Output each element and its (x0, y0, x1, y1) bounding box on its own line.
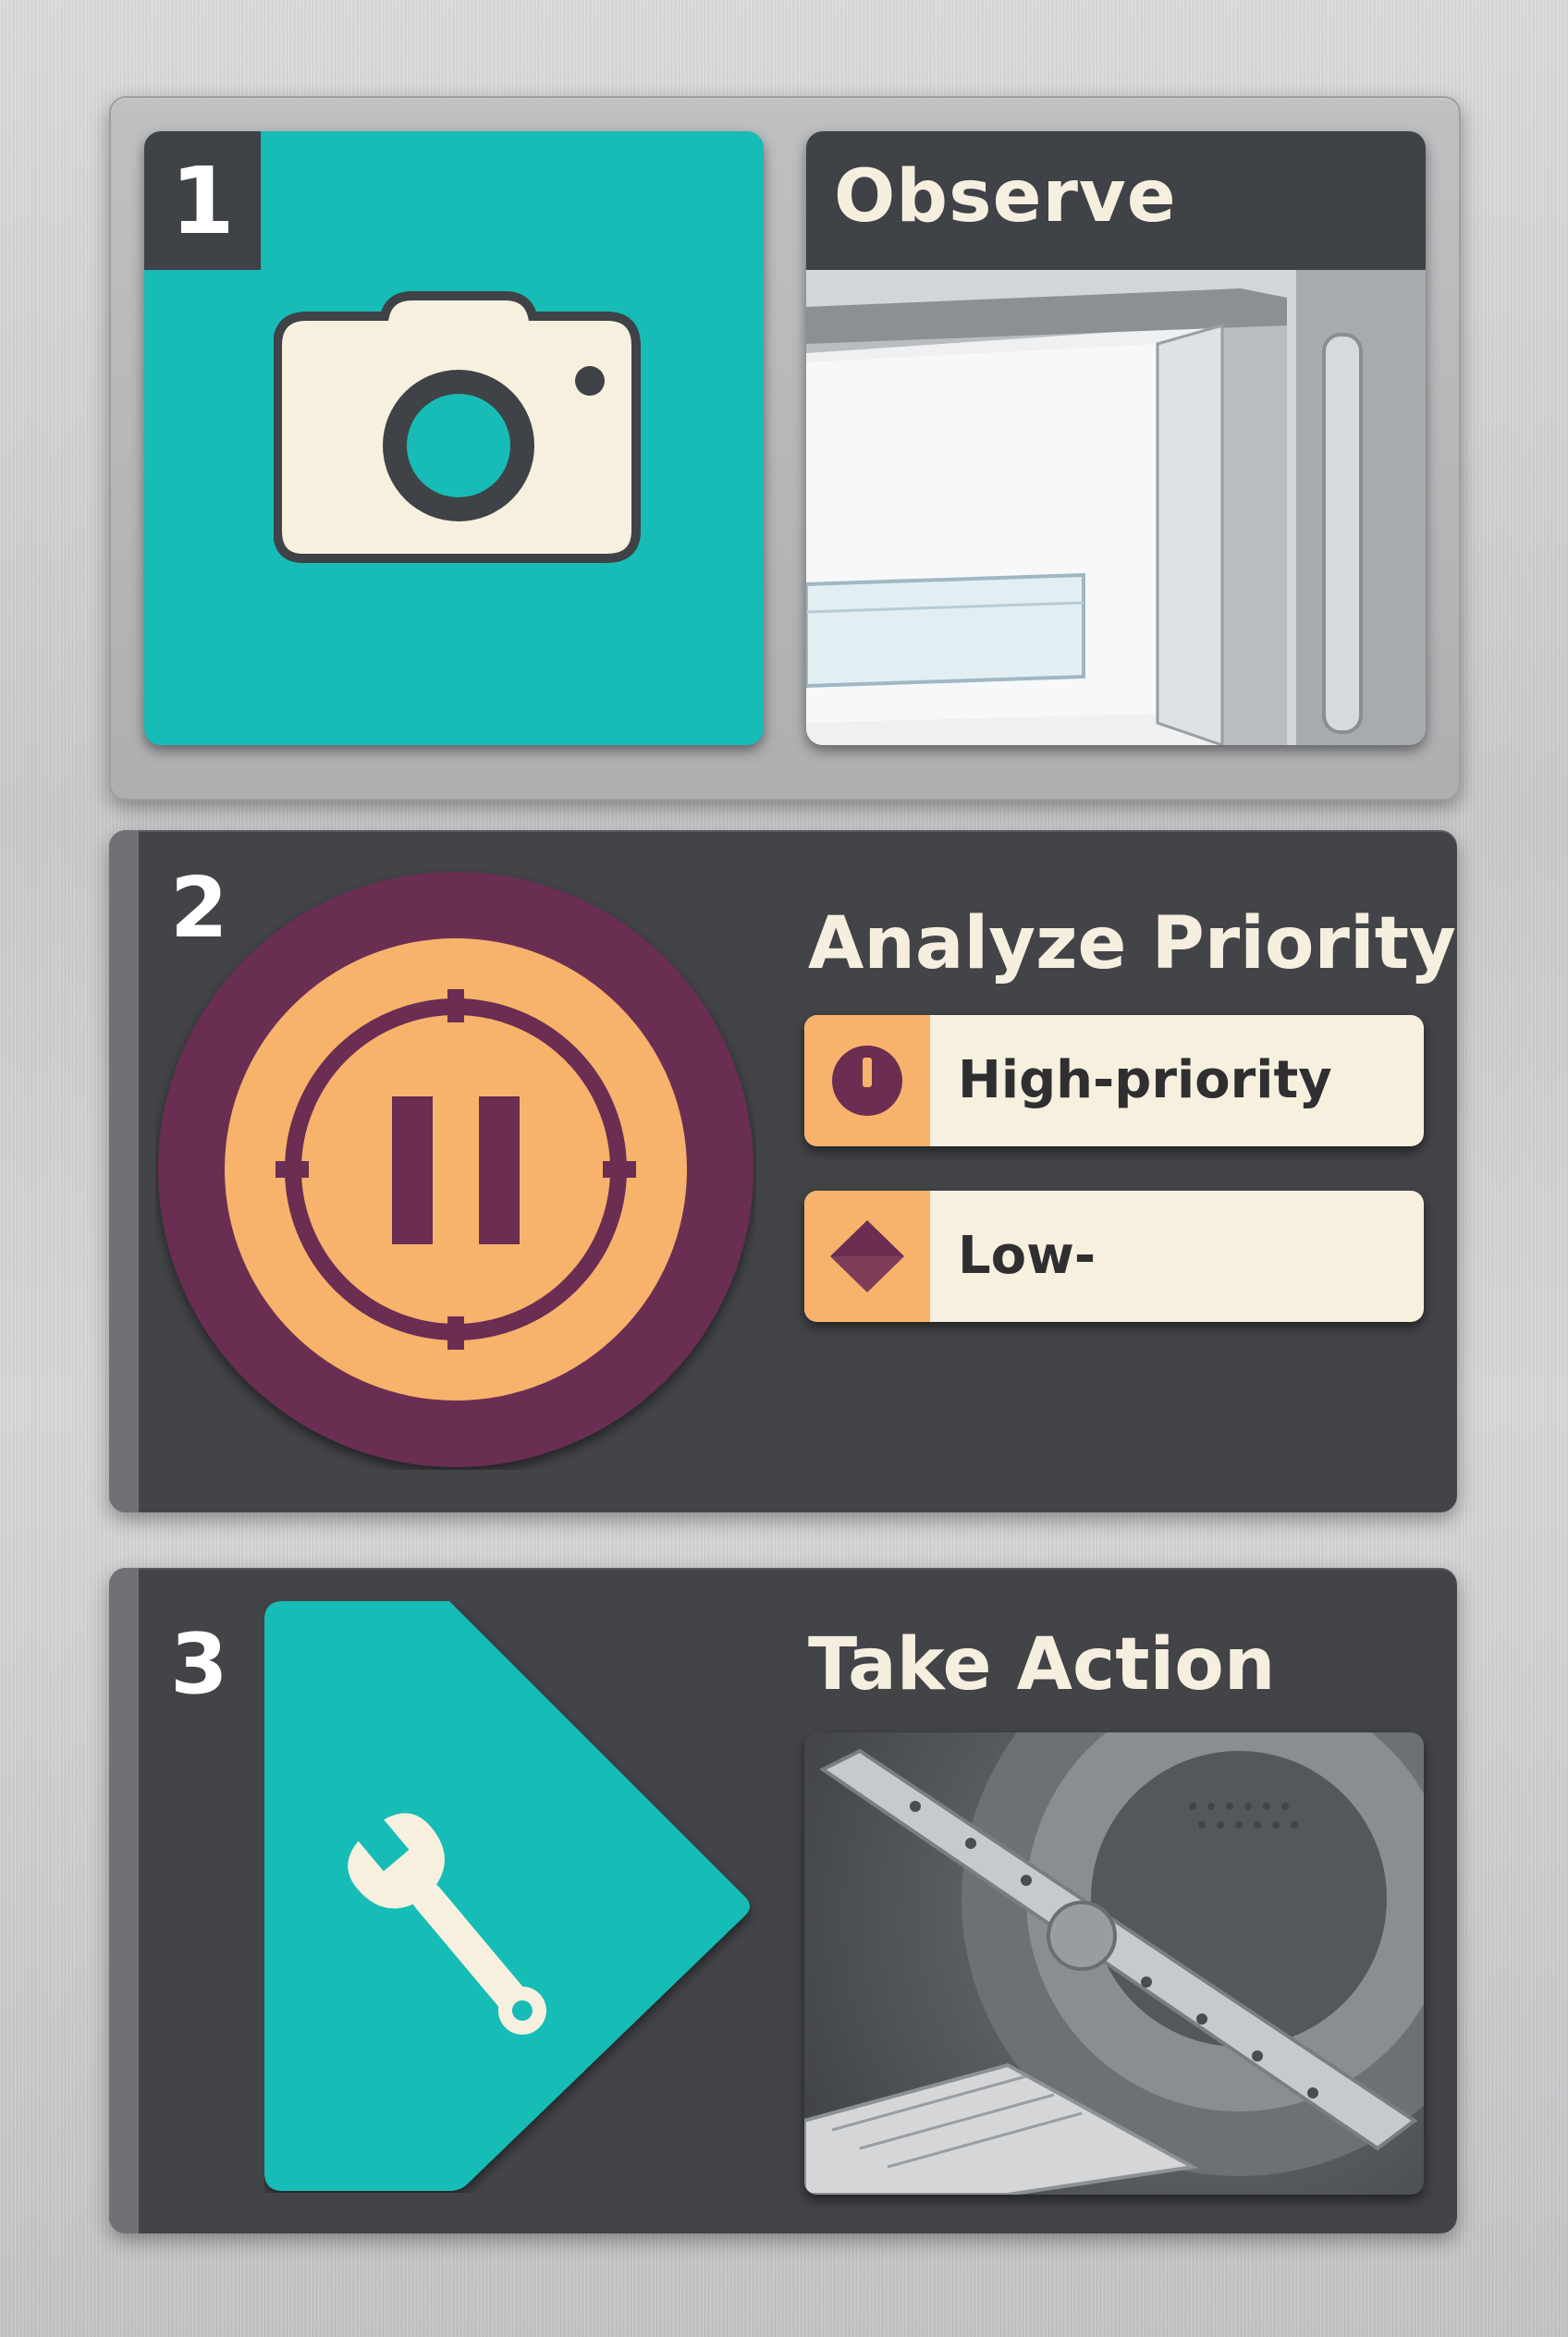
step-3-number: 3 (170, 1616, 228, 1713)
step-2-title: Analyze Priority (808, 902, 1456, 985)
step-3-panel: 3 Take Action (109, 1568, 1457, 2233)
high-priority-swatch (804, 1015, 930, 1146)
high-priority-option[interactable]: High-priority (804, 1015, 1424, 1146)
pause-dial-icon (158, 872, 753, 1467)
camera-icon (274, 291, 641, 563)
step-1-number: 1 (144, 131, 261, 270)
refrigerator-photo (806, 270, 1426, 745)
low-priority-swatch (804, 1191, 930, 1322)
low-priority-option[interactable]: Low-priority/Wait (804, 1191, 1424, 1322)
high-priority-label: High-priority (958, 1050, 1332, 1110)
wrench-tag (264, 1601, 750, 2191)
observe-card: Observe (806, 131, 1426, 745)
camera-tile: 1 (144, 131, 764, 745)
step-1-title: Observe (834, 155, 1177, 239)
step-2-panel: 2 Analyze Priority High-priority Low- (109, 830, 1457, 1512)
diamond-icon (830, 1220, 904, 1292)
clock-icon (832, 1046, 902, 1116)
dishwasher-spray-arm-photo (804, 1732, 1424, 2195)
step-1-panel: 1 Observe (109, 96, 1461, 801)
step-3-title: Take Action (808, 1623, 1276, 1707)
low-priority-label: Low-priority/Wait (958, 1226, 1096, 1286)
